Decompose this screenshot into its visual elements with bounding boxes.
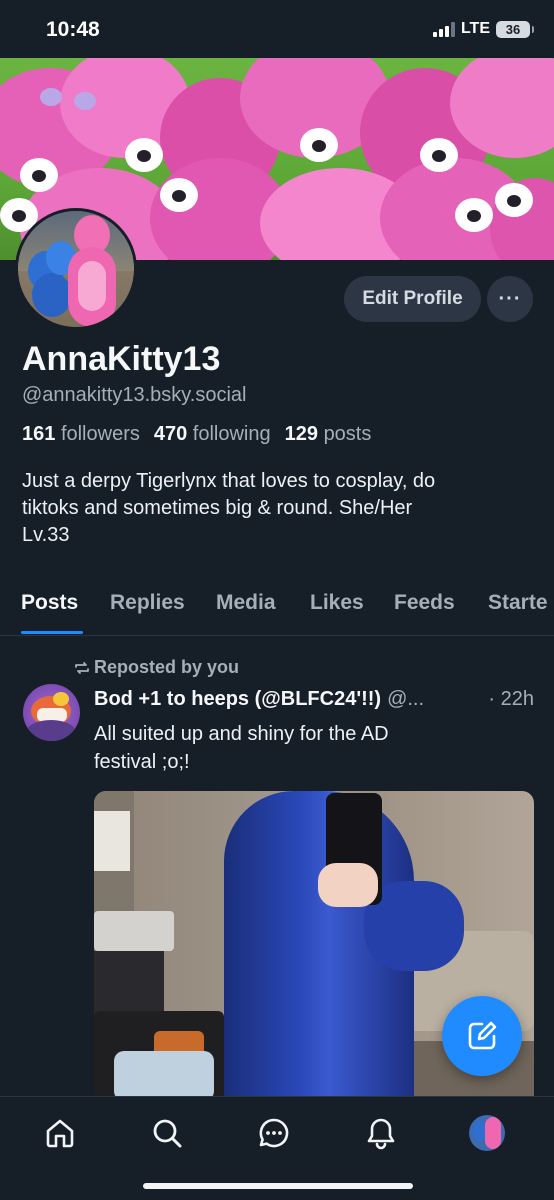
profile-bio: Just a derpy Tigerlynx that loves to cos… <box>22 470 436 546</box>
repost-indicator[interactable]: Reposted by you <box>74 657 239 678</box>
tab-media[interactable]: Media <box>216 591 276 615</box>
bell-icon <box>367 1118 395 1150</box>
nav-chat[interactable] <box>254 1113 294 1153</box>
chat-icon <box>259 1118 289 1148</box>
tab-starter-packs[interactable]: Starte <box>488 591 548 615</box>
edit-profile-button[interactable]: Edit Profile <box>344 276 481 322</box>
repost-label: Reposted by you <box>94 657 240 677</box>
more-options-button[interactable]: ··· <box>487 276 533 322</box>
posts-stat: 129 posts <box>284 423 372 445</box>
signal-icon <box>432 21 455 37</box>
nav-profile-avatar[interactable] <box>469 1115 505 1151</box>
profile-tabs: Posts Replies Media Likes Feeds Starte <box>0 586 554 636</box>
status-indicators: LTE 36 <box>432 20 534 38</box>
compose-button[interactable] <box>442 996 522 1076</box>
post-author-avatar[interactable] <box>23 684 80 741</box>
following-stat[interactable]: 470 following <box>154 423 271 446</box>
status-time: 10:48 <box>46 18 100 41</box>
repost-icon <box>75 661 89 674</box>
nav-search[interactable] <box>147 1113 187 1153</box>
battery-icon: 36 <box>496 20 534 38</box>
tab-replies[interactable]: Replies <box>110 591 185 615</box>
post-timestamp[interactable]: · 22h <box>488 688 534 711</box>
compose-icon <box>468 1021 497 1050</box>
profile-avatar[interactable] <box>15 208 137 330</box>
bottom-nav <box>0 1096 554 1200</box>
search-icon <box>153 1119 182 1148</box>
post-author-handle[interactable]: @... <box>387 688 424 711</box>
home-icon <box>46 1119 74 1148</box>
post-text: All suited up and shiny for the AD festi… <box>94 723 389 773</box>
tab-likes[interactable]: Likes <box>310 591 364 615</box>
post-author-name[interactable]: Bod +1 to heeps (@BLFC24'!!) <box>94 688 381 711</box>
nav-home[interactable] <box>40 1113 80 1153</box>
post-header[interactable]: Bod +1 to heeps (@BLFC24'!!) @... · 22h <box>94 688 534 711</box>
tab-posts[interactable]: Posts <box>21 591 78 615</box>
display-name: AnnaKitty13 <box>22 340 221 378</box>
network-label: LTE <box>460 20 490 37</box>
tab-feeds[interactable]: Feeds <box>394 591 455 615</box>
profile-stats: 161 followers 470 following 129 posts <box>22 423 371 446</box>
active-tab-indicator <box>21 631 83 634</box>
home-indicator <box>143 1183 413 1189</box>
nav-notifications[interactable] <box>361 1113 401 1153</box>
status-bar: 10:48 LTE 36 <box>0 0 554 58</box>
followers-stat[interactable]: 161 followers <box>22 423 140 446</box>
profile-handle: @annakitty13.bsky.social <box>22 384 247 406</box>
